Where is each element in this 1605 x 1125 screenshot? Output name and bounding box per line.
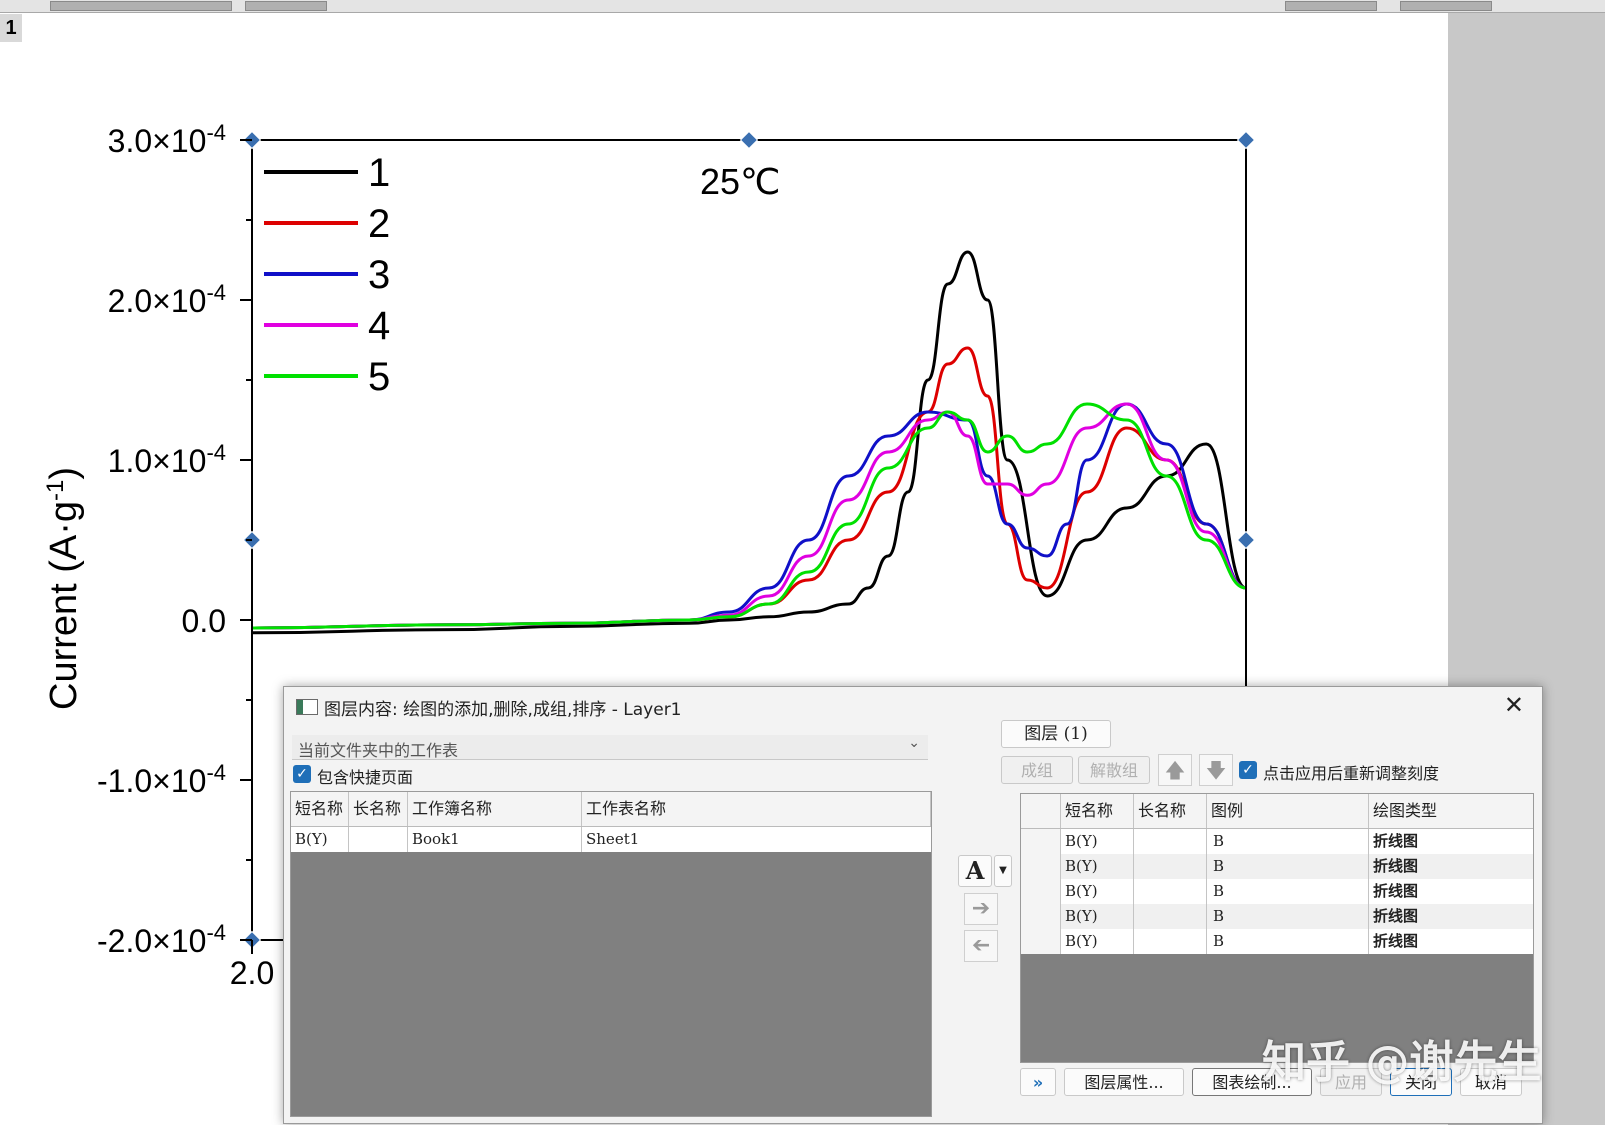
y-tick-label: 2.0×10-4: [108, 280, 226, 320]
series-line-3[interactable]: [252, 402, 1246, 630]
x-axis[interactable]: 2.0: [230, 940, 274, 991]
y-tick-label: 1.0×10-4: [108, 440, 226, 480]
legend-label: 3: [368, 253, 390, 297]
y-axis-label[interactable]: Current (A·g-1): [42, 467, 86, 710]
resize-handle[interactable]: [1236, 530, 1256, 550]
column-header[interactable]: 短名称: [291, 792, 349, 826]
cell-short-name: B(Y): [1061, 829, 1134, 854]
legend[interactable]: 1 2 3 4 5: [264, 151, 390, 399]
row-header[interactable]: [1021, 854, 1061, 879]
watermark: 知乎 @谢先生: [1262, 1037, 1542, 1088]
layer-plot-list-header: 短名称 长名称 图例 绘图类型: [1021, 794, 1533, 829]
text-format-button[interactable]: A: [958, 855, 992, 887]
column-header[interactable]: 绘图类型: [1369, 794, 1533, 828]
cell-short-name: B(Y): [1061, 904, 1134, 929]
rescale-checkbox[interactable]: ✓: [1239, 761, 1257, 779]
layer-properties-button[interactable]: 图层属性...: [1064, 1068, 1184, 1096]
layer-tab[interactable]: 图层 (1): [1001, 720, 1111, 748]
layer-plot-list[interactable]: 短名称 长名称 图例 绘图类型 B(Y) B 折线图 B(Y) B 折线图 B(Y) B 折线图…: [1020, 793, 1534, 1063]
row-header[interactable]: [1021, 929, 1061, 954]
resize-handle[interactable]: [1236, 130, 1256, 150]
legend-label: 1: [368, 151, 390, 195]
include-shortcuts-label: 包含快捷页面: [317, 768, 414, 787]
row-header-corner: [1021, 794, 1061, 828]
cell-plot-type: 折线图: [1373, 857, 1419, 875]
cell-legend: B: [1207, 904, 1369, 929]
cell-short-name: B(Y): [291, 827, 349, 852]
series-line-2[interactable]: [252, 346, 1246, 630]
table-row[interactable]: B(Y) Book1 Sheet1: [291, 827, 931, 852]
column-header[interactable]: 图例: [1207, 794, 1369, 828]
include-shortcuts-checkbox[interactable]: ✓: [293, 765, 311, 783]
cell-plot-type: 折线图: [1373, 907, 1419, 925]
worksheet-list-header: 短名称 长名称 工作簿名称 工作表名称: [291, 792, 931, 827]
table-row[interactable]: B(Y) B 折线图: [1021, 854, 1533, 879]
column-header[interactable]: 长名称: [349, 792, 408, 826]
y-tick-label: 3.0×10-4: [108, 120, 226, 160]
cell-short-name: B(Y): [1061, 854, 1134, 879]
cell-long-name: [349, 827, 408, 852]
cell-plot-type: 折线图: [1373, 932, 1419, 950]
table-row[interactable]: B(Y) B 折线图: [1021, 829, 1533, 854]
cell-long-name: [1134, 904, 1207, 929]
close-icon[interactable]: ✕: [1504, 691, 1524, 719]
legend-label: 2: [368, 202, 390, 246]
series-line-4[interactable]: [252, 402, 1246, 630]
dialog-title-bar[interactable]: 图层内容: 绘图的添加,删除,成组,排序 - Layer1 ✕: [284, 687, 1542, 725]
chevron-down-icon[interactable]: ▼: [994, 855, 1012, 887]
cell-long-name: [1134, 854, 1207, 879]
source-combo-value: 当前文件夹中的工作表: [298, 741, 459, 760]
chevron-down-icon: ⌄: [908, 735, 920, 751]
y-tick-label: -1.0×10-4: [97, 760, 226, 800]
column-header[interactable]: 长名称: [1134, 794, 1207, 828]
dialog-app-icon: [296, 699, 318, 715]
group-button[interactable]: 成组: [1001, 756, 1073, 784]
legend-label: 5: [368, 355, 390, 399]
cell-plot-type: 折线图: [1373, 882, 1419, 900]
table-row[interactable]: B(Y) B 折线图: [1021, 929, 1533, 954]
move-down-icon[interactable]: 🡇: [1199, 754, 1233, 786]
rescale-label: 点击应用后重新调整刻度: [1263, 764, 1440, 783]
cell-long-name: [1134, 929, 1207, 954]
y-tick-label: -2.0×10-4: [97, 920, 226, 960]
column-header[interactable]: 工作表名称: [582, 792, 931, 826]
more-options-button[interactable]: »: [1020, 1068, 1056, 1096]
cell-plot-type: 折线图: [1373, 832, 1419, 850]
dialog-title: 图层内容: 绘图的添加,删除,成组,排序 - Layer1: [324, 700, 682, 720]
cell-long-name: [1134, 829, 1207, 854]
cell-short-name: B(Y): [1061, 879, 1134, 904]
worksheet-list[interactable]: 短名称 长名称 工作簿名称 工作表名称 B(Y) Book1 Sheet1: [290, 791, 932, 1117]
table-row[interactable]: B(Y) B 折线图: [1021, 879, 1533, 904]
row-header[interactable]: [1021, 904, 1061, 929]
y-axis[interactable]: 3.0×10-4 2.0×10-4 1.0×10-4 0.0 -1.0×10-4 -2.0…: [97, 120, 252, 960]
cell-legend: B: [1207, 929, 1369, 954]
row-header[interactable]: [1021, 829, 1061, 854]
column-header[interactable]: 短名称: [1061, 794, 1134, 828]
cell-long-name: [1134, 879, 1207, 904]
cell-legend: B: [1207, 879, 1369, 904]
cell-book-name: Book1: [408, 827, 582, 852]
cell-legend: B: [1207, 829, 1369, 854]
series-line-1[interactable]: [252, 250, 1246, 635]
series-line-5[interactable]: [252, 402, 1246, 630]
column-header[interactable]: 工作簿名称: [408, 792, 582, 826]
source-combo[interactable]: 当前文件夹中的工作表 ⌄: [292, 735, 928, 760]
x-tick-label: 2.0: [230, 955, 274, 991]
move-up-icon[interactable]: 🡅: [1158, 754, 1192, 786]
table-row[interactable]: B(Y) B 折线图: [1021, 904, 1533, 929]
ungroup-button[interactable]: 解散组: [1078, 756, 1150, 784]
row-header[interactable]: [1021, 879, 1061, 904]
cell-legend: B: [1207, 854, 1369, 879]
legend-label: 4: [368, 304, 390, 348]
chart-annotation[interactable]: 25℃: [700, 161, 780, 202]
cell-sheet-name: Sheet1: [586, 830, 640, 848]
cell-short-name: B(Y): [1061, 929, 1134, 954]
remove-plot-arrow-icon[interactable]: ➔: [964, 930, 998, 962]
y-tick-label: 0.0: [182, 603, 226, 639]
resize-handle[interactable]: [739, 130, 759, 150]
add-plot-arrow-icon[interactable]: ➔: [964, 893, 998, 925]
